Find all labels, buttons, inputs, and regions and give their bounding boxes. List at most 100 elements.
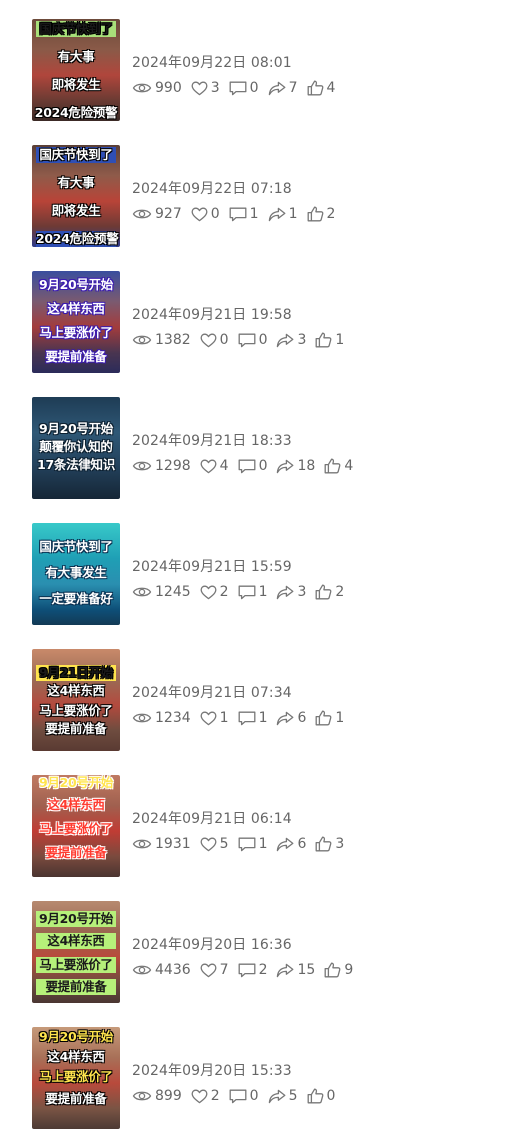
shares-stat: 7 [268,79,298,97]
heart-icon [200,963,220,978]
post-time: 2024年09月22日 08:01 [132,55,292,71]
thumbnail-caption-line: 9月20号开始 [39,1029,113,1044]
comments-count: 0 [258,458,268,474]
comments-stat: 0 [229,79,259,97]
thumbnail-caption-line: 这4样东西 [47,301,105,316]
post-item[interactable]: 9月20号开始 这4样东西 马上要涨价了 要提前准备 2024年09月20日 16:36… [0,901,530,1005]
thumbnail-caption-line: 国庆节快到了 [36,147,116,163]
thumbnail-caption-line: 马上要涨价了 [39,1069,113,1084]
post-stats: 899 2 0 5 0 [132,1087,344,1105]
comments-count: 0 [249,1088,259,1104]
video-thumbnail[interactable]: 9月21日开始 这4样东西 马上要涨价了 要提前准备 [32,649,120,751]
comments-count: 0 [258,332,268,348]
thumbs-stat: 1 [315,709,344,727]
post-item[interactable]: 9月21日开始 这4样东西 马上要涨价了 要提前准备 2024年09月21日 07:34… [0,649,530,753]
share-icon [276,963,297,978]
post-time: 2024年09月22日 07:18 [132,181,292,197]
likes-count: 3 [210,80,220,96]
views-count: 1298 [155,458,191,474]
shares-count: 18 [297,458,316,474]
thumbnail-caption-line: 2024危险预警 [34,105,118,120]
post-time: 2024年09月21日 06:14 [132,811,292,827]
shares-stat: 3 [276,583,306,601]
views-stat: 1245 [132,583,191,601]
post-time: 2024年09月20日 16:36 [132,937,292,953]
thumbnail-caption-line: 这4样东西 [47,1049,105,1064]
eye-icon [132,207,155,221]
thumbs-count: 2 [335,584,345,600]
video-thumbnail[interactable]: 国庆节快到了 有大事发生 一定要准备好 [32,523,120,625]
post-item[interactable]: 9月20号开始 这4样东西 马上要涨价了 要提前准备 2024年09月21日 06:14… [0,775,530,879]
comment-icon [238,585,259,600]
views-count: 990 [155,80,182,96]
heart-icon [200,585,220,600]
thumbs-stat: 1 [315,331,344,349]
comment-icon [238,837,259,852]
comments-count: 2 [258,962,268,978]
post-item[interactable]: 国庆节快到了 有大事 即将发生 2024危险预警 2024年09月22日 07:18 92… [0,145,530,249]
post-stats: 4436 7 2 15 9 [132,961,362,979]
eye-icon [132,585,155,599]
share-icon [276,585,297,600]
video-thumbnail[interactable]: 9月20号开始 这4样东西 马上要涨价了 要提前准备 [32,901,120,1003]
likes-count: 4 [219,458,229,474]
video-thumbnail[interactable]: 9月20号开始 颠覆你认知的 17条法律知识 [32,397,120,499]
likes-stat: 2 [200,583,229,601]
views-count: 899 [155,1088,182,1104]
comments-count: 1 [258,584,268,600]
views-stat: 4436 [132,961,191,979]
thumbs-stat: 4 [307,79,335,97]
post-item[interactable]: 国庆节快到了 有大事 即将发生 2024危险预警 2024年09月22日 08:01 99… [0,19,530,123]
shares-stat: 3 [276,331,306,349]
views-stat: 1234 [132,709,191,727]
thumbs-up-icon [324,962,344,978]
video-thumbnail[interactable]: 9月20号开始 这4样东西 马上要涨价了 要提前准备 [32,775,120,877]
heart-icon [200,333,220,348]
views-stat: 1931 [132,835,191,853]
comment-icon [229,207,250,222]
thumbnail-caption-line: 有大事发生 [45,565,107,580]
likes-count: 2 [210,1088,220,1104]
post-stats: 990 3 0 7 4 [132,79,344,97]
post-item[interactable]: 9月20号开始 这4样东西 马上要涨价了 要提前准备 2024年09月20日 15:33… [0,1027,530,1131]
comments-stat: 1 [229,205,259,223]
thumbs-count: 1 [335,710,345,726]
post-item[interactable]: 9月20号开始 这4样东西 马上要涨价了 要提前准备 2024年09月21日 19:58… [0,271,530,375]
likes-count: 1 [219,710,229,726]
likes-stat: 0 [200,331,229,349]
thumbnail-caption-line: 颠覆你认知的 [39,439,113,454]
thumbnail-caption-line: 有大事 [57,49,95,64]
comments-count: 1 [258,836,268,852]
thumbs-stat: 0 [307,1087,336,1105]
post-item[interactable]: 国庆节快到了 有大事发生 一定要准备好 2024年09月21日 15:59 1245 2 1… [0,523,530,627]
video-thumbnail[interactable]: 国庆节快到了 有大事 即将发生 2024危险预警 [32,145,120,247]
comment-icon [238,711,259,726]
views-stat: 899 [132,1087,182,1105]
thumbs-up-icon [315,710,335,726]
likes-stat: 5 [200,835,229,853]
video-thumbnail[interactable]: 9月20号开始 这4样东西 马上要涨价了 要提前准备 [32,271,120,373]
comment-icon [229,81,250,96]
share-icon [276,459,297,474]
heart-icon [191,1089,211,1104]
views-stat: 990 [132,79,182,97]
video-thumbnail[interactable]: 9月20号开始 这4样东西 马上要涨价了 要提前准备 [32,1027,120,1129]
shares-stat: 6 [276,709,306,727]
post-time: 2024年09月21日 07:34 [132,685,292,701]
thumbnail-caption-line: 9月20号开始 [39,421,113,436]
thumbnail-caption-line: 要提前准备 [45,721,107,736]
thumbs-count: 9 [344,962,354,978]
comments-stat: 1 [238,835,268,853]
thumbs-up-icon [315,836,335,852]
eye-icon [132,81,155,95]
video-thumbnail[interactable]: 国庆节快到了 有大事 即将发生 2024危险预警 [32,19,120,121]
eye-icon [132,459,155,473]
comments-stat: 0 [238,331,268,349]
thumbnail-caption-line: 9月20号开始 [39,775,113,790]
thumbs-up-icon [315,584,335,600]
comments-stat: 1 [238,709,267,727]
post-item[interactable]: 9月20号开始 颠覆你认知的 17条法律知识 2024年09月21日 18:33 129… [0,397,530,501]
thumbnail-caption-line: 17条法律知识 [37,457,115,472]
thumbs-count: 0 [326,1088,336,1104]
share-icon [276,333,297,348]
